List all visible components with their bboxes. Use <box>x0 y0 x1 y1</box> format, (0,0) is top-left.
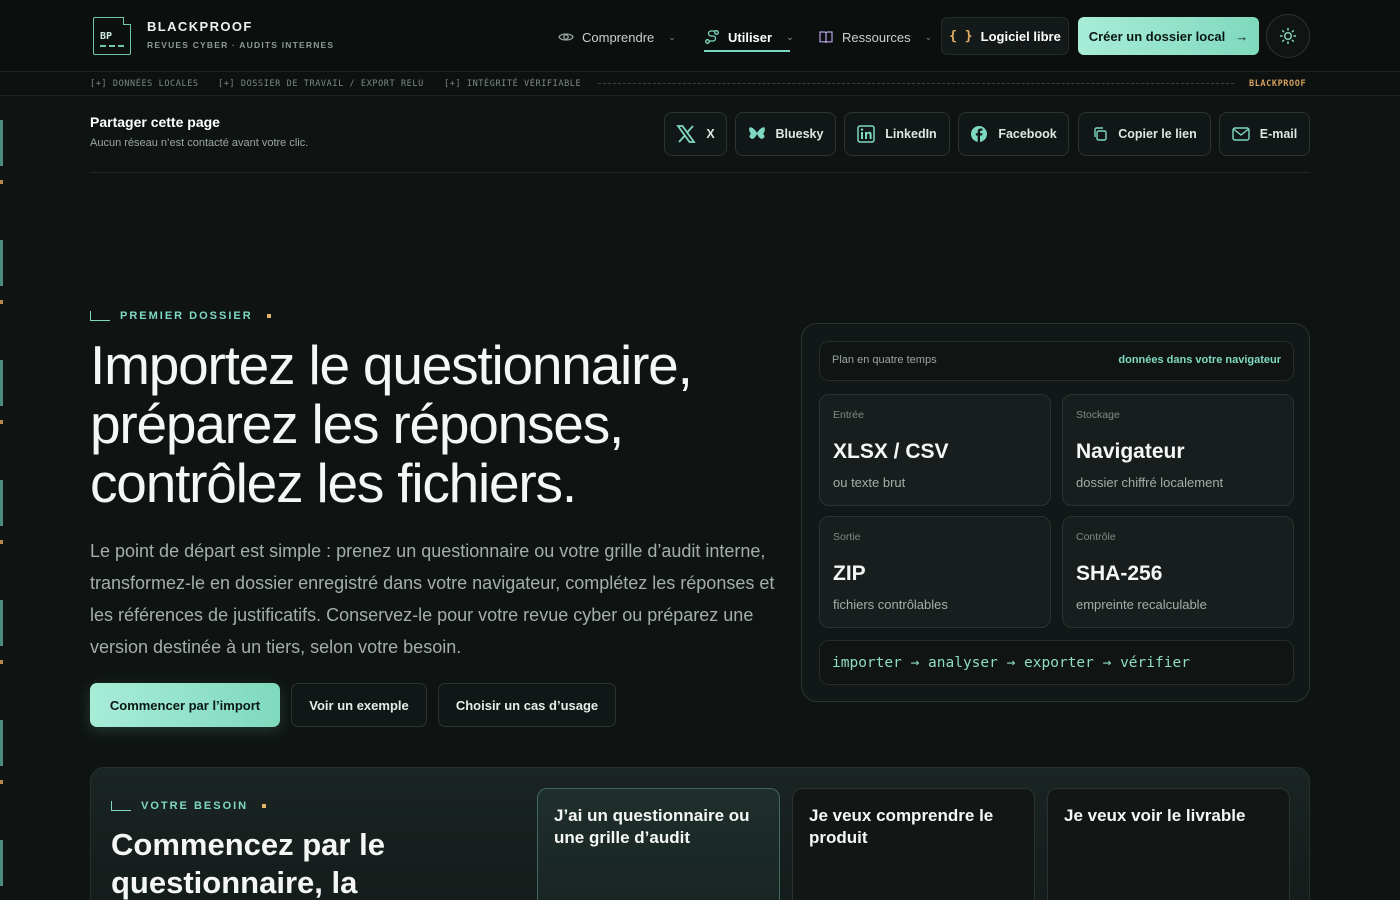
need-card-title: J’ai un questionnaire ou une grille d’au… <box>554 806 750 847</box>
share-facebook-button[interactable]: Facebook <box>958 112 1069 156</box>
x-logo-icon <box>676 125 697 143</box>
plan-tile-control: Contrôle SHA-256 empreinte recalculable <box>1062 516 1294 628</box>
brand-logo-text: BP <box>100 31 113 42</box>
brand-tagline: REVUES CYBER · AUDITS INTERNES <box>147 40 335 50</box>
arrow-right-icon: → <box>1235 28 1249 44</box>
need-card-title: Je veux voir le livrable <box>1064 806 1246 825</box>
copy-link-button[interactable]: Copier le lien <box>1078 112 1211 156</box>
share-label: Facebook <box>998 127 1057 141</box>
share-subtitle: Aucun réseau n’est contacté avant votre … <box>90 137 309 149</box>
brand-logo[interactable]: BP <box>93 17 131 55</box>
share-divider <box>90 172 1310 173</box>
hero-description: Le point de départ est simple : prenez u… <box>90 541 775 657</box>
chevron-down-icon: ⌄ <box>924 31 933 42</box>
bracket-icon <box>90 311 110 321</box>
edge-decoration <box>0 0 4 900</box>
tile-label: Entrée <box>833 409 864 421</box>
share-title: Partager cette page <box>90 114 220 130</box>
share-linkedin-button[interactable]: LinkedIn <box>844 112 950 156</box>
tile-description: fichiers contrôlables <box>833 597 948 612</box>
bluesky-icon <box>748 127 765 139</box>
theme-toggle-button[interactable] <box>1266 14 1310 58</box>
eye-icon <box>558 33 574 41</box>
strip-divider <box>598 83 1234 84</box>
plan-header-badge: données dans votre navigateur <box>1118 354 1281 366</box>
tile-description: empreinte recalculable <box>1076 597 1207 612</box>
plan-tile-output: Sortie ZIP fichiers contrôlables <box>819 516 1051 628</box>
chevron-down-icon: ⌄ <box>786 31 794 42</box>
free-software-button[interactable]: { } Logiciel libre <box>941 17 1069 55</box>
linkedin-icon <box>857 125 876 143</box>
plan-header-title: Plan en quatre temps <box>832 354 937 366</box>
share-label: E-mail <box>1259 127 1298 141</box>
sun-icon <box>1279 27 1297 45</box>
start-import-button[interactable]: Commencer par l’import <box>90 683 280 727</box>
create-label: Créer un dossier local <box>1088 28 1226 44</box>
plan-card: Plan en quatre temps données dans votre … <box>801 323 1310 702</box>
need-card-title: Je veux comprendre le produit <box>809 806 994 847</box>
square-dot-icon <box>262 804 267 808</box>
share-label: X <box>706 127 715 141</box>
tile-description: ou texte brut <box>833 475 906 490</box>
hero-eyebrow-text: PREMIER DOSSIER <box>120 310 253 322</box>
tile-label: Stockage <box>1076 409 1120 421</box>
top-header: BP BLACKPROOF REVUES CYBER · AUDITS INTE… <box>0 0 1400 72</box>
nav-item-utiliser[interactable]: Utiliser ⌄ <box>704 27 794 47</box>
copy-icon <box>1094 127 1107 141</box>
strip-item: [+] DOSSIER DE TRAVAIL / EXPORT RELU <box>218 79 424 89</box>
plan-tile-input: Entrée XLSX / CSV ou texte brut <box>819 394 1051 506</box>
share-bluesky-button[interactable]: Bluesky <box>735 112 836 156</box>
plan-flow-steps: importer → analyser → exporter → vérifie… <box>819 640 1294 685</box>
plan-header: Plan en quatre temps données dans votre … <box>819 341 1294 381</box>
chevron-down-icon: ⌄ <box>668 31 676 42</box>
tile-label: Contrôle <box>1076 531 1116 543</box>
create-local-folder-button[interactable]: Créer un dossier local → <box>1078 17 1259 55</box>
facebook-icon <box>971 126 988 142</box>
share-x-button[interactable]: X <box>664 112 727 156</box>
tile-value: ZIP <box>833 562 866 585</box>
tile-value: XLSX / CSV <box>833 440 949 463</box>
square-dot-icon <box>266 314 271 318</box>
route-icon <box>705 30 719 44</box>
tile-label: Sortie <box>833 531 861 543</box>
free-software-label: Logiciel libre <box>980 28 1061 44</box>
brand-name[interactable]: BLACKPROOF <box>147 19 253 34</box>
share-label: LinkedIn <box>885 127 937 141</box>
tile-description: dossier chiffré localement <box>1076 475 1224 490</box>
share-label: Copier le lien <box>1118 127 1197 141</box>
braces-icon: { } <box>949 28 973 44</box>
tile-value: SHA-256 <box>1076 562 1163 585</box>
needs-eyebrow-text: VOTRE BESOIN <box>141 800 249 812</box>
nav-active-indicator <box>704 50 790 52</box>
nav-label: Ressources <box>842 29 911 45</box>
tile-value: Navigateur <box>1076 440 1185 463</box>
share-label: Bluesky <box>775 127 824 141</box>
book-icon <box>819 31 833 44</box>
strip-item: [+] INTÉGRITÉ VÉRIFIABLE <box>444 79 582 89</box>
nav-label: Comprendre <box>582 29 655 45</box>
needs-eyebrow: VOTRE BESOIN <box>111 800 267 812</box>
hero-title: Importez le questionnaire, préparez les … <box>90 334 693 514</box>
needs-section: VOTRE BESOIN Commencez par le questionna… <box>90 767 1310 900</box>
strip-item: [+] DONNÉES LOCALES <box>90 79 199 89</box>
status-strip: [+] DONNÉES LOCALES [+] DOSSIER DE TRAVA… <box>0 72 1400 96</box>
mail-icon <box>1232 127 1250 141</box>
share-email-button[interactable]: E-mail <box>1219 112 1310 156</box>
need-card-deliverable[interactable]: Je veux voir le livrable <box>1047 788 1290 900</box>
bracket-icon <box>111 801 131 811</box>
nav-label: Utiliser <box>728 29 773 45</box>
hero-eyebrow: PREMIER DOSSIER <box>90 310 271 322</box>
choose-use-case-button[interactable]: Choisir un cas d’usage <box>438 683 616 727</box>
plan-tile-storage: Stockage Navigateur dossier chiffré loca… <box>1062 394 1294 506</box>
strip-brand: BLACKPROOF <box>1249 79 1307 89</box>
need-card-understand[interactable]: Je veux comprendre le produit <box>792 788 1035 900</box>
nav-item-comprendre[interactable]: Comprendre ⌄ <box>558 27 676 47</box>
nav-item-ressources[interactable]: Ressources ⌄ <box>818 27 932 47</box>
need-card-questionnaire[interactable]: J’ai un questionnaire ou une grille d’au… <box>537 788 780 900</box>
needs-title: Commencez par le questionnaire, la <box>111 827 385 900</box>
view-example-button[interactable]: Voir un exemple <box>291 683 427 727</box>
